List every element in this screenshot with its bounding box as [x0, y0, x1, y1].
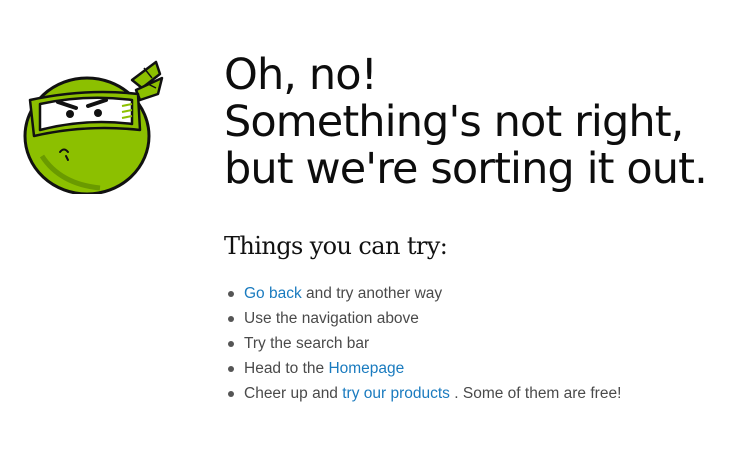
suggestion-text: Use the navigation above [244, 310, 419, 327]
headline-line-2: Something's not right, [224, 97, 684, 147]
suggestion-text: Cheer up and [244, 385, 343, 402]
suggestion-navigation: Use the navigation above [226, 308, 621, 333]
suggestion-text: . Some of them are free! [449, 385, 622, 402]
headline-line-3: but we're sorting it out. [224, 144, 708, 194]
suggestion-text: and try another way [301, 285, 443, 302]
suggestion-text: Try the search bar [244, 335, 370, 352]
bullet-icon [228, 391, 234, 397]
suggestion-go-back: Go back and try another way [226, 283, 621, 308]
bullet-icon [228, 291, 234, 297]
suggestion-products: Cheer up and try our products . Some of … [226, 383, 621, 408]
error-page: Oh, no! Something's not right, but we're… [0, 0, 754, 465]
bullet-icon [228, 366, 234, 372]
headline-line-1: Oh, no! [224, 50, 378, 100]
ninja-face-icon [23, 60, 164, 196]
ninja-mascot [20, 44, 170, 196]
bullet-icon [228, 316, 234, 322]
suggestions-list: Go back and try another way Use the navi… [226, 283, 621, 408]
things-to-try-heading: Things you can try: [224, 232, 448, 260]
homepage-link[interactable]: Homepage [328, 360, 404, 377]
suggestion-homepage: Head to the Homepage [226, 358, 621, 383]
suggestion-search: Try the search bar [226, 333, 621, 358]
go-back-link[interactable]: Go back [244, 285, 302, 302]
products-link[interactable]: try our products [342, 385, 450, 402]
error-headline: Oh, no! Something's not right, but we're… [224, 50, 708, 194]
bullet-icon [228, 341, 234, 347]
suggestion-text: Head to the [244, 360, 329, 377]
